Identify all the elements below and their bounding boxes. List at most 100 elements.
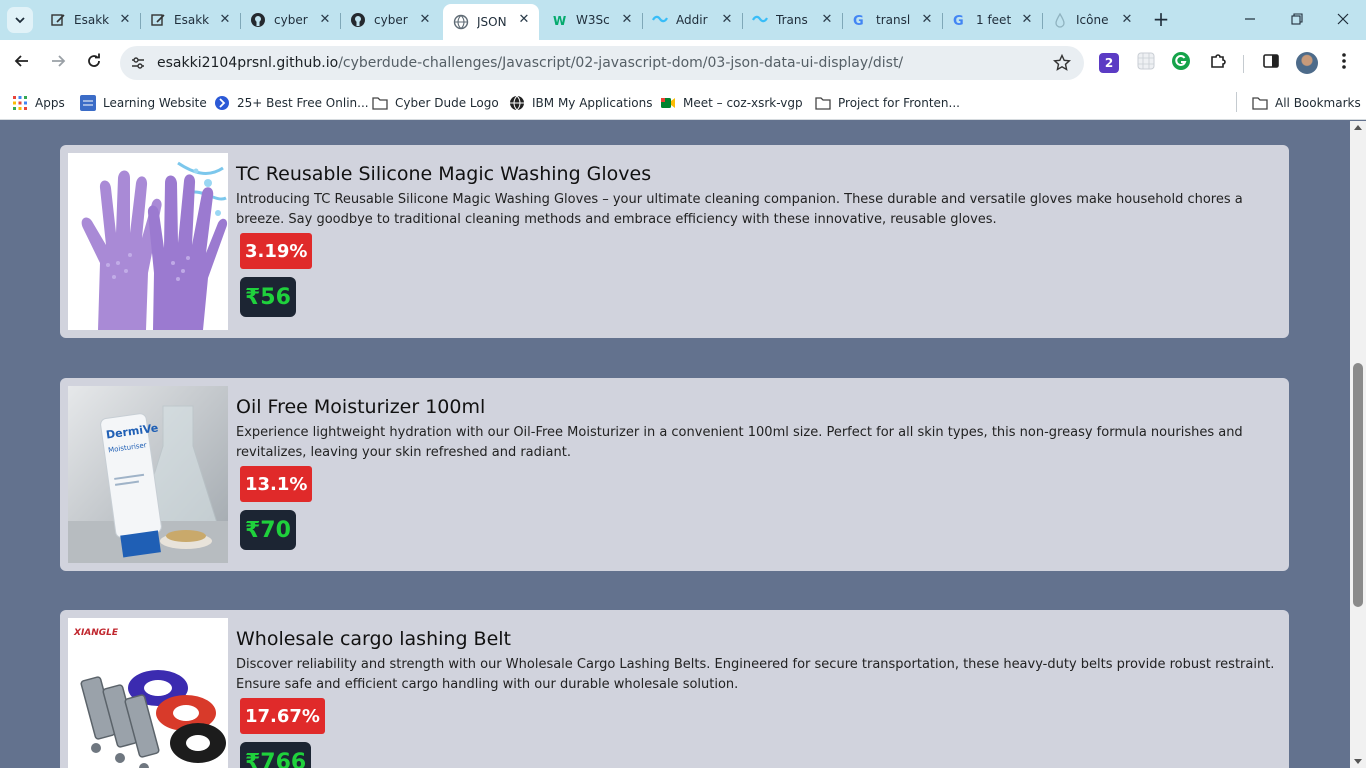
tab-close-button[interactable]: ✕ [820,13,834,27]
github-icon [250,12,266,28]
forward-button[interactable] [45,50,71,76]
tab-close-button[interactable]: ✕ [620,13,634,27]
url-path: /cyberdude-challenges/Javascript/02-java… [338,55,904,71]
product-title: TC Reusable Silicone Magic Washing Glove… [236,163,652,185]
google-icon: G [852,12,868,28]
restore-icon [1291,11,1303,29]
extension-grid-button[interactable] [1135,52,1157,74]
tab-cyber-2[interactable]: cyber ✕ [340,4,440,36]
tab-google-feet[interactable]: G 1 feet ✕ [942,4,1043,36]
bookmark-meet[interactable]: Meet – coz-xsrk-vgp [660,93,803,113]
scroll-down-arrow-icon[interactable] [1354,759,1362,764]
more-vertical-icon [1341,52,1347,74]
close-icon [1337,11,1349,29]
all-bookmarks-button[interactable]: All Bookmarks [1252,93,1361,113]
reload-button[interactable] [81,50,107,76]
side-panel-button[interactable] [1260,52,1282,74]
tab-close-button[interactable]: ✕ [318,13,332,27]
tab-close-button[interactable]: ✕ [118,13,132,27]
extension-badge-icon: 2 [1099,53,1119,73]
image-brand-text: XIANGLE [73,628,119,638]
toolbar-divider [1243,55,1244,73]
tab-close-button[interactable]: ✕ [517,13,531,27]
bookmark-project-frontend[interactable]: Project for Fronten... [815,93,960,113]
bookmark-ibm[interactable]: IBM My Applications [509,93,653,113]
bookmarks-bar: Apps Learning Website 25+ Best Free Onli… [0,86,1366,120]
arrow-left-icon [14,53,30,73]
extension-badge-button[interactable]: 2 [1098,52,1120,74]
edit-icon [50,12,66,28]
reload-icon [86,53,102,73]
arrow-right-icon [50,53,66,73]
tailwind-icon [652,12,668,28]
tailwind-icon [752,12,768,28]
restore-button[interactable] [1285,8,1309,32]
tab-w3schools[interactable]: W W3Sc ✕ [542,4,643,36]
page-viewport: TC Reusable Silicone Magic Washing Glove… [0,121,1350,768]
svg-text:W: W [553,14,566,28]
bookmark-apps[interactable]: Apps [12,93,65,113]
browser-toolbar: esakki2104prsnl.github.io/cyberdude-chal… [0,40,1366,86]
avatar [1296,52,1318,74]
tab-addir[interactable]: Addir ✕ [642,4,743,36]
tab-search-button[interactable] [7,7,33,33]
bookmark-label: Learning Website [103,96,207,110]
scroll-up-arrow-icon[interactable] [1354,125,1362,130]
extensions-button[interactable] [1207,52,1229,74]
scrollbar-thumb[interactable] [1353,363,1363,607]
product-title: Wholesale cargo lashing Belt [236,628,511,650]
site-icon [214,95,230,111]
page-scrollbar[interactable] [1350,121,1366,768]
close-window-button[interactable] [1331,8,1355,32]
tab-esakk-1[interactable]: Esakk ✕ [40,4,141,36]
back-button[interactable] [9,50,35,76]
bookmark-label: All Bookmarks [1275,96,1361,110]
product-description: Introducing TC Reusable Silicone Magic W… [236,192,1243,227]
folder-icon [372,95,388,111]
bookmark-label: Meet – coz-xsrk-vgp [683,96,803,110]
tab-google-transl[interactable]: G transl ✕ [842,4,943,36]
site-info-icon[interactable] [128,53,148,73]
tab-close-button[interactable]: ✕ [418,13,432,27]
price-badge: ₹56 [240,277,296,317]
tab-trans[interactable]: Trans ✕ [742,4,843,36]
tab-cyber-1[interactable]: cyber ✕ [240,4,341,36]
product-description: Experience lightweight hydration with ou… [236,425,1243,460]
svg-text:G: G [853,14,864,28]
product-card: DermiVe Moisturiser Oil Free Moisturizer… [60,378,1289,571]
tab-json-active[interactable]: JSON ✕ [443,4,539,40]
folder-icon [815,95,831,111]
puzzle-icon [1209,52,1227,74]
bookmark-label: Apps [35,96,65,110]
tab-close-button[interactable]: ✕ [218,13,232,27]
new-tab-button[interactable]: + [1150,9,1172,31]
minimize-button[interactable] [1238,8,1262,32]
bookmarks-divider [1236,92,1237,112]
price-badge: ₹766 [240,742,312,768]
globe-icon [509,95,525,111]
bookmark-learning-website[interactable]: Learning Website [80,93,207,113]
bookmark-free-online[interactable]: 25+ Best Free Onlin... [214,93,369,113]
url-host: esakki2104prsnl.github.io [157,55,339,71]
drop-icon [1052,12,1068,28]
tab-strip: Esakk ✕ Esakk ✕ cyber ✕ cyber ✕ JSON ✕ W… [0,0,1366,40]
tab-close-button[interactable]: ✕ [720,13,734,27]
bookmark-cyber-dude-logo[interactable]: Cyber Dude Logo [372,93,499,113]
product-description: Discover reliability and strength with o… [236,657,1275,692]
tab-close-button[interactable]: ✕ [920,13,934,27]
discount-badge: 13.1% [240,466,313,502]
tab-esakk-2[interactable]: Esakk ✕ [140,4,241,36]
chrome-menu-button[interactable] [1333,52,1355,74]
product-image-moisturizer: DermiVe Moisturiser [68,386,228,563]
url-text[interactable]: esakki2104prsnl.github.io/cyberdude-chal… [157,55,903,71]
address-bar[interactable]: esakki2104prsnl.github.io/cyberdude-chal… [120,46,1084,80]
grammarly-button[interactable] [1170,52,1192,74]
tab-close-button[interactable]: ✕ [1020,13,1034,27]
profile-button[interactable] [1296,52,1318,74]
minimize-icon [1244,11,1256,29]
tab-close-button[interactable]: ✕ [1120,13,1134,27]
product-image-cargo-belt: XIANGLE [68,618,228,768]
bookmark-star-icon[interactable] [1052,53,1072,73]
discount-badge: 3.19% [240,233,313,269]
tab-icone[interactable]: Icône ✕ [1042,4,1142,36]
